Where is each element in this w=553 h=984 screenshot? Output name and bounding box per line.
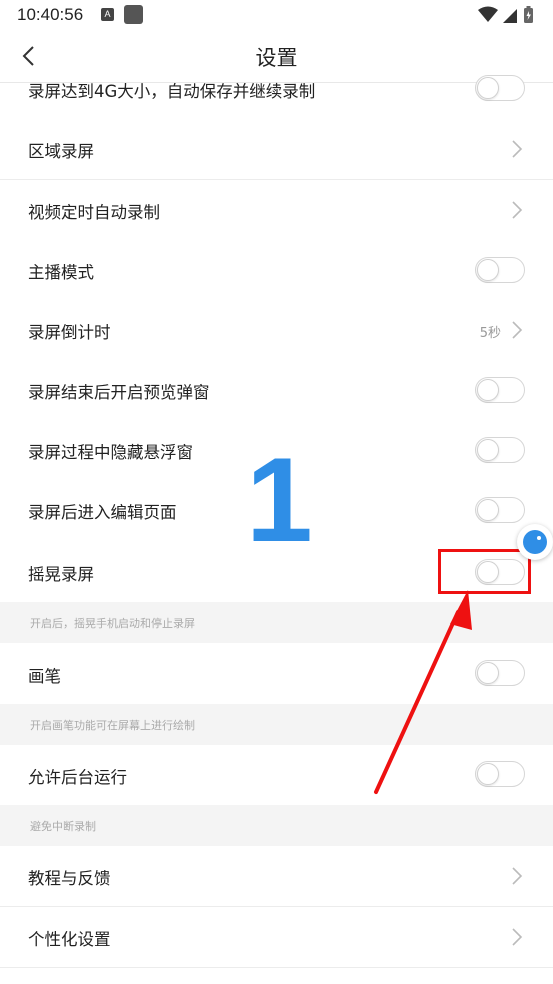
settings-row-countdown[interactable]: 录屏倒计时 5秒 — [0, 300, 553, 361]
chevron-right-icon — [512, 928, 523, 946]
countdown-value: 5秒 — [479, 326, 501, 341]
status-bar: 10:40:56 A — [0, 0, 553, 30]
row-label: 视频定时自动录制 — [28, 203, 160, 222]
toggle-knob — [477, 763, 499, 785]
toggle-knob — [477, 259, 499, 281]
toggle-knob — [477, 77, 499, 99]
row-label: 录屏过程中隐藏悬浮窗 — [28, 443, 193, 462]
toggle-knob — [477, 379, 499, 401]
notification-square-icon — [124, 5, 143, 24]
note-text: 开启后，摇晃手机启动和停止录屏 — [30, 617, 195, 630]
row-label: 录屏后进入编辑页面 — [28, 503, 177, 522]
preview-popup-toggle[interactable] — [475, 377, 525, 403]
settings-row-personalize[interactable]: 个性化设置 — [0, 907, 553, 968]
section-note-background: 避免中断录制 — [0, 805, 553, 846]
chevron-right-icon — [512, 321, 523, 339]
settings-row-preview-popup[interactable]: 录屏结束后开启预览弹窗 — [0, 360, 553, 421]
section-note-shake: 开启后，摇晃手机启动和停止录屏 — [0, 602, 553, 643]
settings-row-record-4g[interactable]: 录屏达到4G大小，自动保存并继续录制 — [0, 75, 553, 120]
step-number-annotation: 1 — [246, 433, 313, 567]
chevron-right-icon — [512, 867, 523, 885]
row-label: 录屏达到4G大小，自动保存并继续录制 — [28, 82, 316, 101]
brush-toggle[interactable] — [475, 660, 525, 686]
row-label: 个性化设置 — [28, 930, 111, 949]
status-indicators — [478, 6, 533, 23]
settings-row-tutorial[interactable]: 教程与反馈 — [0, 846, 553, 907]
hide-float-toggle[interactable] — [475, 437, 525, 463]
background-run-toggle[interactable] — [475, 761, 525, 787]
status-time: 10:40:56 — [17, 5, 84, 24]
row-label: 主播模式 — [28, 263, 94, 282]
row-label: 录屏结束后开启预览弹窗 — [28, 383, 210, 402]
toggle-knob — [477, 662, 499, 684]
toggle-knob — [477, 499, 499, 521]
row-label: 摇晃录屏 — [28, 565, 94, 584]
anchor-mode-toggle[interactable] — [475, 257, 525, 283]
settings-row-timed-record[interactable]: 视频定时自动录制 — [0, 180, 553, 241]
row-label: 画笔 — [28, 667, 61, 686]
row-label: 录屏倒计时 — [28, 323, 111, 342]
floating-ball-icon — [523, 530, 547, 554]
record-4g-toggle[interactable] — [475, 75, 525, 101]
note-text: 开启画笔功能可在屏幕上进行绘制 — [30, 719, 195, 732]
page-title: 设置 — [255, 46, 298, 70]
settings-row-anchor-mode[interactable]: 主播模式 — [0, 240, 553, 301]
battery-icon — [524, 6, 533, 23]
note-text: 避免中断录制 — [30, 820, 96, 833]
wifi-icon — [478, 6, 498, 22]
signal-icon — [503, 9, 517, 23]
nav-bar: 设置 — [0, 30, 553, 83]
toggle-knob — [477, 439, 499, 461]
settings-row-background-run[interactable]: 允许后台运行 — [0, 745, 553, 805]
row-label: 区域录屏 — [28, 142, 94, 161]
settings-row-brush[interactable]: 画笔 — [0, 643, 553, 704]
floating-record-ball[interactable] — [517, 524, 553, 560]
enter-edit-toggle[interactable] — [475, 497, 525, 523]
row-label: 允许后台运行 — [28, 768, 127, 787]
notification-a-icon: A — [101, 8, 114, 21]
highlight-box-annotation — [438, 549, 531, 594]
settings-row-area-record[interactable]: 区域录屏 — [0, 119, 553, 180]
chevron-right-icon — [512, 140, 523, 158]
section-note-brush: 开启画笔功能可在屏幕上进行绘制 — [0, 704, 553, 745]
chevron-right-icon — [512, 201, 523, 219]
floating-ball-dot — [537, 536, 541, 540]
row-label: 教程与反馈 — [28, 869, 111, 888]
